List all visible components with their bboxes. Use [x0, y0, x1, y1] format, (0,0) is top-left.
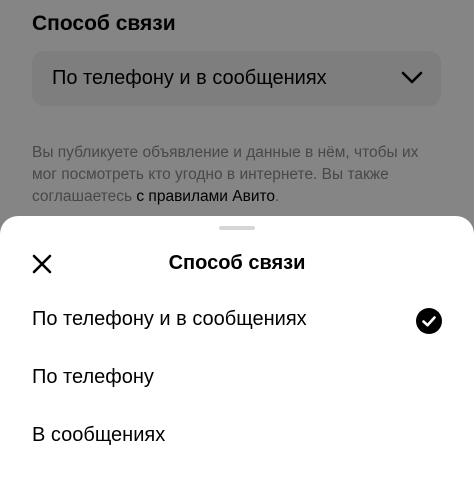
option-label: По телефону	[32, 366, 154, 388]
option-phone-only[interactable]: По телефону	[0, 352, 474, 406]
sheet-title: Способ связи	[168, 252, 306, 274]
sheet-drag-handle[interactable]	[219, 226, 255, 230]
check-circle-icon	[416, 308, 442, 334]
option-phone-and-messages[interactable]: По телефону и в сообщениях	[0, 294, 474, 348]
option-label: В сообщениях	[32, 424, 166, 446]
contact-method-bottom-sheet: Способ связи По телефону и в сообщениях …	[0, 216, 474, 483]
option-messages-only[interactable]: В сообщениях	[0, 410, 474, 464]
option-label: По телефону и в сообщениях	[32, 308, 307, 330]
close-icon	[32, 254, 52, 274]
screen: Способ связи По телефону и в сообщениях …	[0, 0, 474, 483]
close-button[interactable]	[30, 252, 54, 276]
